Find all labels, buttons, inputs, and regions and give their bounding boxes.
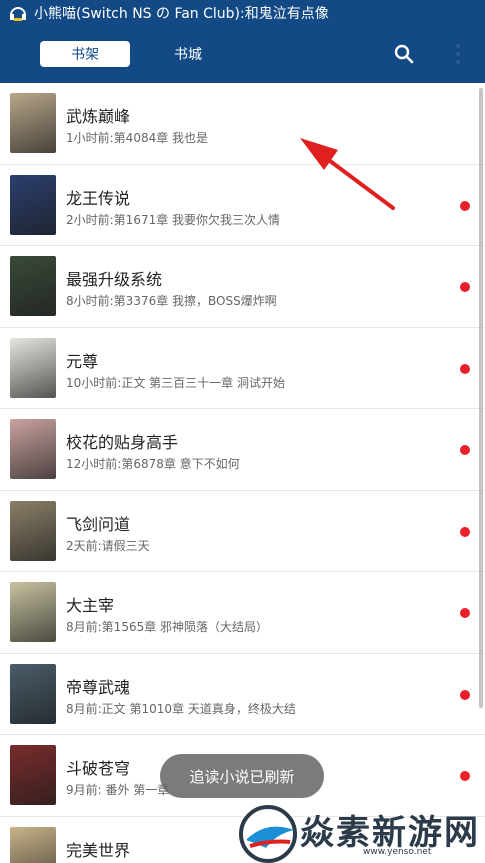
book-title: 校花的贴身高手 (66, 433, 179, 452)
list-item[interactable]: 帝尊武魂 8月前:正文 第1010章 天道真身，终极大结 (0, 654, 485, 735)
headset-icon (8, 4, 28, 22)
book-title: 完美世界 (66, 840, 131, 860)
tab-bookstore[interactable]: 书城 (158, 41, 218, 67)
book-cover (10, 663, 56, 724)
notification-text: 小熊喵(Switch NS の Fan Club):和鬼泣有点像 (34, 6, 329, 22)
book-cover (10, 419, 56, 479)
book-cover (10, 826, 56, 863)
unread-dot (460, 445, 470, 455)
unread-dot (460, 282, 470, 292)
scrollbar[interactable] (479, 88, 483, 708)
unread-dot (460, 363, 470, 374)
unread-dot (460, 689, 470, 700)
book-cover (10, 745, 56, 805)
list-item[interactable]: 武炼巅峰 1小时前:第4084章 我也是 (0, 83, 485, 165)
book-cover (10, 582, 56, 642)
list-item[interactable]: 元尊 10小时前:正文 第三百三十一章 洞试开始 (0, 328, 485, 409)
book-cover (10, 500, 56, 561)
book-title: 最强升级系统 (66, 270, 163, 289)
book-title: 武炼巅峰 (66, 107, 131, 126)
book-title: 帝尊武魂 (66, 677, 131, 697)
unread-dot (460, 200, 470, 211)
toast-message: 追读小说已刷新 (160, 754, 324, 798)
list-item[interactable]: 龙王传说 2小时前:第1671章 我要你欠我三次人情 (0, 165, 485, 246)
more-vert-icon[interactable] (448, 40, 468, 68)
book-title: 斗破苍穹 (66, 759, 131, 778)
book-update-info: 8小时前:第3376章 我擦，BOSS爆炸啊 (66, 294, 277, 308)
book-update-info: 2天前:请假三天 (66, 538, 150, 553)
book-cover (10, 174, 56, 235)
status-bar: 小熊喵(Switch NS の Fan Club):和鬼泣有点像 (0, 0, 485, 26)
unread-dot (460, 771, 470, 781)
book-title: 元尊 (66, 351, 99, 371)
book-cover (10, 256, 56, 316)
search-icon[interactable] (392, 42, 416, 66)
book-update-info: 8月前:正文 第1010章 天道真身，终极大结 (66, 701, 296, 716)
book-title: 龙王传说 (66, 188, 131, 208)
book-cover (10, 93, 56, 153)
unread-dot (460, 608, 470, 618)
book-update-info: 8月前:第1565章 邪神陨落（大结局） (66, 620, 269, 634)
book-title: 飞剑问道 (66, 514, 131, 534)
book-title: 大主宰 (66, 596, 115, 615)
unread-dot (460, 526, 470, 537)
book-update-info: 1小时前:第4084章 我也是 (66, 131, 209, 145)
watermark-url: www.yenso.net (363, 847, 432, 857)
list-item[interactable]: 校花的贴身高手 12小时前:第6878章 意下不如何 (0, 409, 485, 491)
list-item[interactable]: 最强升级系统 8小时前:第3376章 我擦，BOSS爆炸啊 (0, 246, 485, 328)
book-cover (10, 337, 56, 398)
watermark-logo-icon (236, 800, 302, 863)
book-update-info: 10小时前:正文 第三百三十一章 洞试开始 (66, 375, 285, 390)
list-item[interactable]: 大主宰 8月前:第1565章 邪神陨落（大结局） (0, 572, 485, 654)
tab-bookshelf[interactable]: 书架 (40, 41, 130, 67)
book-update-info: 12小时前:第6878章 意下不如何 (66, 457, 240, 471)
book-update-info: 9月前: 番外 第一章 (66, 783, 170, 797)
book-update-info: 2小时前:第1671章 我要你欠我三次人情 (66, 212, 281, 227)
app-bar: 书架 书城 (0, 26, 485, 83)
book-list: 武炼巅峰 1小时前:第4084章 我也是龙王传说 2小时前:第1671章 我要你欠我… (0, 83, 485, 863)
list-item[interactable]: 飞剑问道 2天前:请假三天 (0, 491, 485, 572)
